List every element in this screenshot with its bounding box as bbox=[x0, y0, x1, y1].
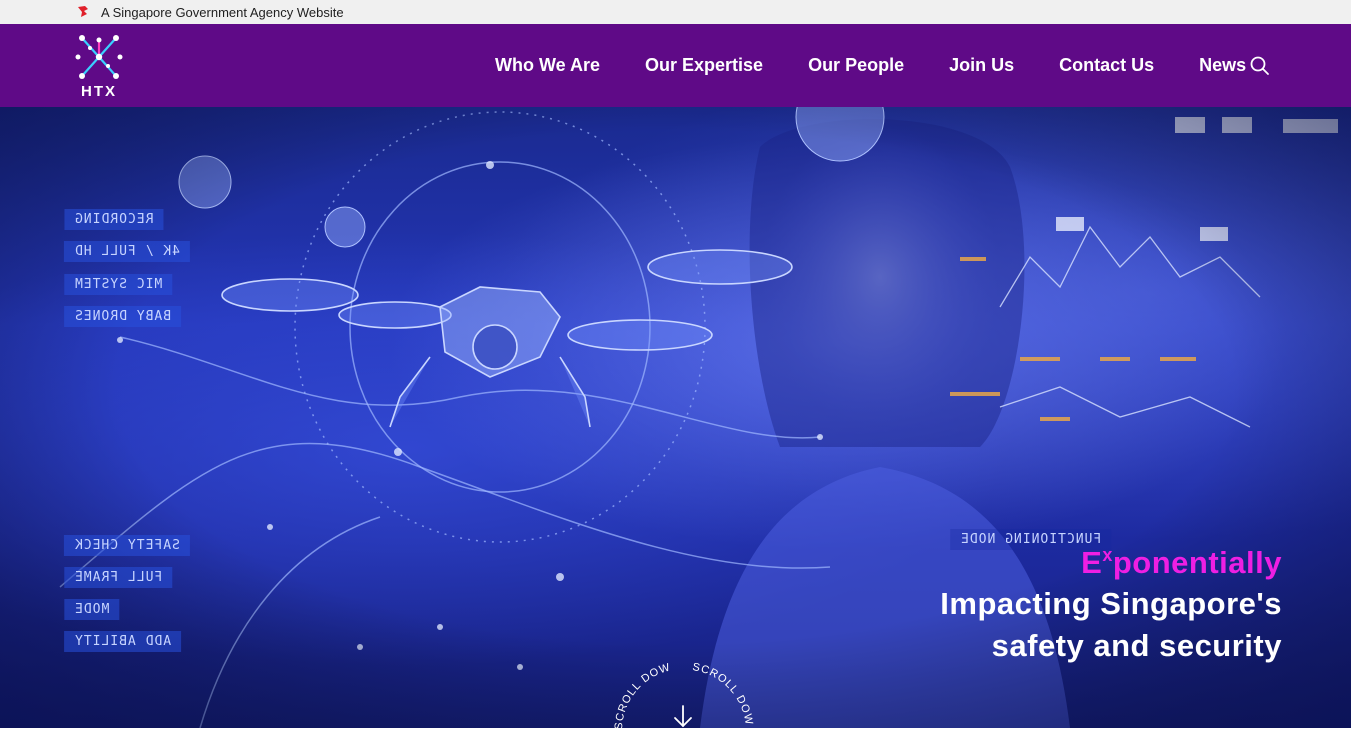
headline-line-2: safety and security bbox=[991, 628, 1282, 663]
main-navigation: HTX Who We Are Our Expertise Our People … bbox=[0, 24, 1351, 107]
headline-accent: Exponentially bbox=[1081, 545, 1282, 580]
hud-label: SAFETY CHECK bbox=[64, 535, 190, 556]
svg-text:SCROLL DOWN: SCROLL DOWN bbox=[612, 660, 672, 728]
nav-link-our-expertise[interactable]: Our Expertise bbox=[645, 55, 763, 76]
hero-banner: RECORDING 4K / FULL HD MIC SYSTEM BABY D… bbox=[0, 107, 1351, 728]
scroll-down-label: SCROLL DOWN bbox=[612, 660, 671, 728]
hud-label: RECORDING bbox=[64, 209, 164, 230]
hud-label: MIC SYSTEM bbox=[64, 274, 173, 295]
nav-links: Who We Are Our Expertise Our People Join… bbox=[495, 24, 1291, 107]
gov-masthead-text: A Singapore Government Agency Website bbox=[101, 4, 344, 20]
hud-label: FULL FRAME bbox=[64, 567, 173, 588]
nav-link-contact-us[interactable]: Contact Us bbox=[1059, 55, 1154, 76]
page-bottom-strip bbox=[0, 728, 1351, 742]
search-icon[interactable] bbox=[1249, 55, 1271, 77]
nav-link-our-people[interactable]: Our People bbox=[808, 55, 904, 76]
htx-logo-mark-icon bbox=[75, 35, 123, 79]
scroll-down-button[interactable]: SCROLL DOWN SCROLL DOWN bbox=[612, 660, 754, 728]
singapore-lion-icon bbox=[78, 6, 88, 17]
logo-wordmark: HTX bbox=[81, 83, 117, 100]
nav-link-who-we-are[interactable]: Who We Are bbox=[495, 55, 600, 76]
nav-link-news[interactable]: News bbox=[1199, 55, 1246, 76]
gov-masthead: A Singapore Government Agency Website bbox=[0, 0, 1351, 24]
htx-logo[interactable]: HTX bbox=[74, 32, 124, 100]
headline-line-1: Impacting Singapore's bbox=[940, 586, 1282, 621]
nav-link-join-us[interactable]: Join Us bbox=[949, 55, 1014, 76]
hud-label: 4K / FULL HD bbox=[64, 241, 190, 262]
arrow-down-icon bbox=[674, 705, 692, 728]
hud-label: MODE bbox=[64, 599, 120, 620]
hero-headline: Exponentially Impacting Singapore's safe… bbox=[940, 535, 1282, 667]
hud-label: BABY DRONES bbox=[64, 306, 182, 327]
hud-label: ADD ABILITY bbox=[64, 631, 182, 652]
